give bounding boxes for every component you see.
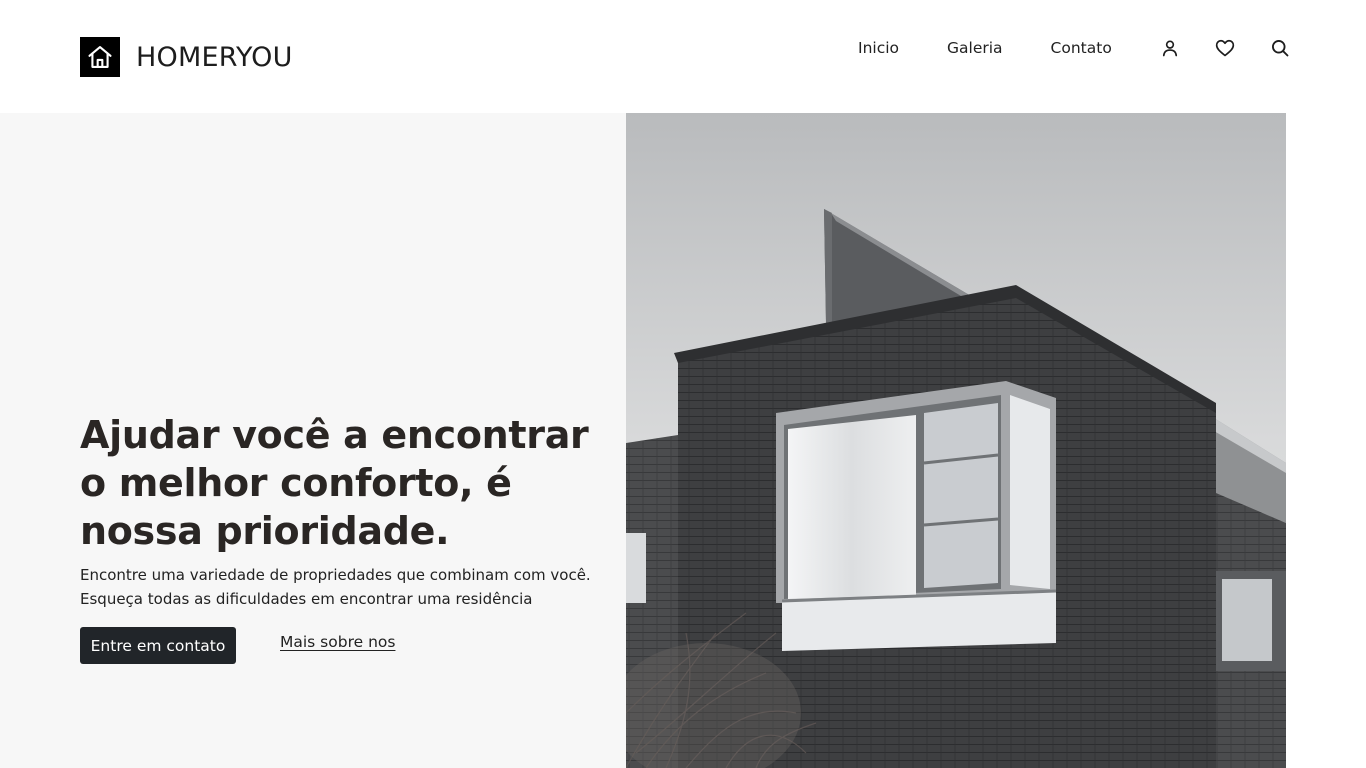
hero-title: Ajudar você a encontrar o melhor confort… (80, 413, 589, 553)
more-about-link[interactable]: Mais sobre nos (280, 633, 395, 651)
search-icon[interactable] (1270, 38, 1290, 58)
heart-icon[interactable] (1215, 38, 1235, 58)
main-nav: Inicio Galeria Contato (858, 38, 1290, 58)
user-icon[interactable] (1160, 38, 1180, 58)
nav-link-galeria[interactable]: Galeria (947, 39, 1003, 57)
hero-subtitle: Encontre uma variedade de propriedades q… (80, 563, 620, 611)
house-icon (80, 37, 120, 77)
brand-name: HOMERYOU (136, 41, 293, 73)
hero-subtitle-line-1: Encontre uma variedade de propriedades q… (80, 566, 591, 584)
hero-right-margin (1286, 113, 1366, 768)
nav-link-inicio[interactable]: Inicio (858, 39, 899, 57)
hero-section: Ajudar você a encontrar o melhor confort… (0, 113, 1366, 768)
nav-link-contato[interactable]: Contato (1051, 39, 1112, 57)
nav-icon-group (1160, 38, 1290, 58)
hero-subtitle-line-2: Esqueça todas as dificuldades em encontr… (80, 590, 533, 608)
brand-logo-link[interactable]: HOMERYOU (80, 37, 293, 77)
site-header: HOMERYOU Inicio Galeria Contato (0, 0, 1366, 113)
contact-button[interactable]: Entre em contato (80, 627, 236, 664)
hero-house-image (626, 113, 1286, 768)
